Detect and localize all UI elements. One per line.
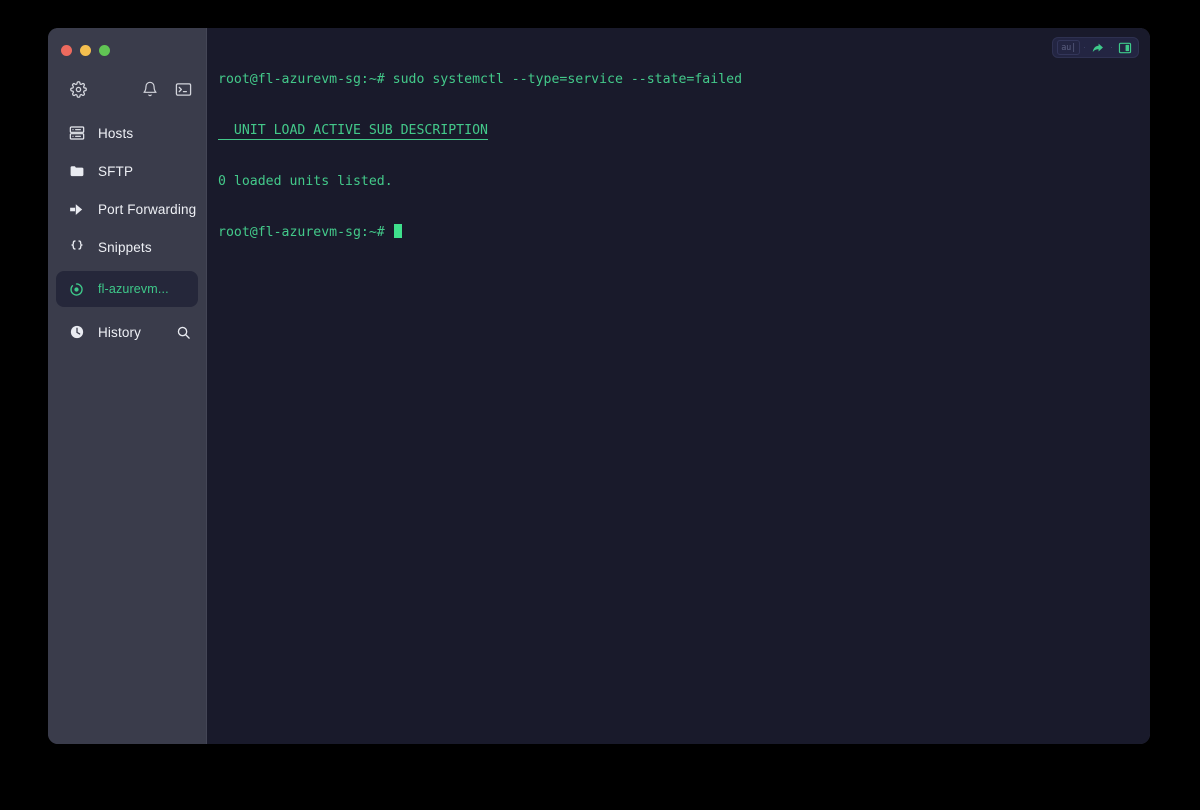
search-icon[interactable] [174, 323, 192, 341]
terminal-line-wrap: UNIT LOAD ACTIVE SUB DESCRIPTION [218, 122, 1150, 140]
terminal-controls: au| · · [1052, 37, 1139, 58]
sidebar-item-sftp[interactable]: SFTP [48, 152, 206, 190]
sidebar-nav-list: Hosts SFTP Port Forwarding Snippets fl-a… [48, 114, 206, 351]
minimize-window-button[interactable] [80, 45, 91, 56]
sidebar-item-label: Snippets [98, 239, 152, 255]
terminal-header-line: UNIT LOAD ACTIVE SUB DESCRIPTION [218, 123, 488, 140]
session-label: fl-azurevm... [98, 282, 169, 296]
traffic-lights [48, 28, 206, 60]
terminal-prompt: root@fl-azurevm-sg:~# [218, 225, 393, 240]
terminal-output[interactable]: root@fl-azurevm-sg:~# sudo systemctl --t… [207, 28, 1150, 275]
sidebar-top-toolbar [48, 70, 206, 108]
arrow-right-icon [67, 200, 86, 219]
clock-icon [67, 323, 86, 342]
maximize-window-button[interactable] [99, 45, 110, 56]
au-toggle-button[interactable]: au| [1057, 40, 1080, 55]
sidebar-item-label: History [98, 324, 142, 340]
sidebar-session-fl-azurevm[interactable]: fl-azurevm... [56, 271, 198, 307]
terminal-pane[interactable]: au| · · root@fl-azurevm-sg:~# sudo syste… [207, 28, 1150, 744]
bell-icon[interactable] [139, 78, 161, 100]
sidebar-item-history[interactable]: History [48, 313, 206, 351]
control-separator: · [1083, 42, 1086, 52]
terminal-prompt-line: root@fl-azurevm-sg:~# [218, 224, 1150, 241]
app-window: Hosts SFTP Port Forwarding Snippets fl-a… [48, 28, 1150, 744]
terminal-line: 0 loaded units listed. [218, 174, 393, 189]
close-window-button[interactable] [61, 45, 72, 56]
sidebar: Hosts SFTP Port Forwarding Snippets fl-a… [48, 28, 207, 744]
share-arrow-icon[interactable] [1089, 40, 1107, 56]
gear-icon[interactable] [67, 78, 89, 100]
braces-icon [67, 238, 86, 257]
server-icon [67, 124, 86, 143]
sidebar-item-label: Port Forwarding [98, 201, 197, 217]
terminal-icon[interactable] [172, 78, 194, 100]
sidebar-item-hosts[interactable]: Hosts [48, 114, 206, 152]
sidebar-item-snippets[interactable]: Snippets [48, 228, 206, 266]
terminal-cursor [393, 224, 402, 238]
control-separator: · [1110, 42, 1113, 52]
split-pane-icon[interactable] [1116, 40, 1134, 56]
folder-icon [67, 162, 86, 181]
sidebar-item-label: Hosts [98, 125, 134, 141]
session-active-icon [67, 280, 86, 299]
sidebar-item-label: SFTP [98, 163, 134, 179]
sidebar-item-port-forwarding[interactable]: Port Forwarding [48, 190, 206, 228]
terminal-line: root@fl-azurevm-sg:~# sudo systemctl --t… [218, 72, 743, 87]
